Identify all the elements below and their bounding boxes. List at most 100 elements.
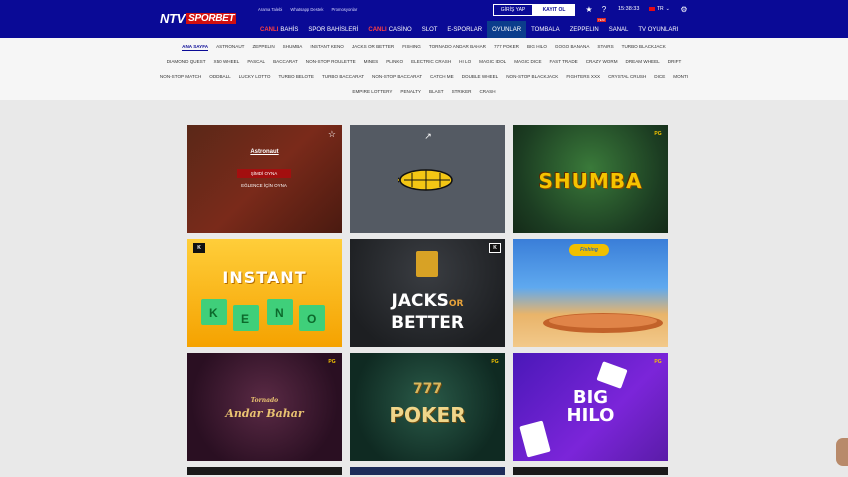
game-title-art: JACKSOR — [391, 291, 464, 311]
subnav-row: EMPIRE LOTTERY PENALTY BLAST STRIKER CRA… — [0, 89, 848, 94]
subnav-item[interactable]: FAST TRADE — [550, 59, 578, 64]
help-icon[interactable]: ? — [599, 5, 609, 15]
logo-prefix: NTV — [160, 10, 186, 26]
subnav-item[interactable]: CRYSTAL CRUSH — [608, 74, 646, 79]
game-tile-jacks-or-better[interactable]: K JACKSOR BETTER — [350, 239, 505, 347]
fishing-logo: Fishing — [569, 244, 609, 256]
provider-logo: PG — [654, 131, 662, 137]
logo-suffix: SPORBET — [186, 12, 237, 24]
keno-letter: N — [275, 306, 284, 320]
link-call-request[interactable]: Arama Talebi — [258, 7, 282, 12]
subnav-item[interactable]: PASCAL — [247, 59, 265, 64]
login-button[interactable]: GİRİŞ YAP — [493, 4, 533, 16]
game-tile-andar-bahar[interactable]: PG Tornado Andar Bahar — [187, 353, 342, 461]
subnav-item[interactable]: ODDBALL — [209, 74, 230, 79]
subnav-item[interactable]: BACCARAT — [273, 59, 298, 64]
subnav-item[interactable]: EMPIRE LOTTERY — [352, 89, 392, 94]
game-tile-partial[interactable] — [350, 467, 505, 475]
subnav-item[interactable]: X50 WHEEL — [214, 59, 240, 64]
site-logo[interactable]: NTV SPORBET — [160, 10, 237, 26]
nav-live-betting[interactable]: CANLI BAHİS — [255, 21, 303, 38]
game-tile-astronaut[interactable]: ☆ Astronaut ŞİMDİ OYNA EĞLENCE İÇİN OYNA — [187, 125, 342, 233]
subnav-item[interactable]: JACKS OR BETTER — [352, 44, 394, 51]
subnav-item[interactable]: BLAST — [429, 89, 444, 94]
subnav-item[interactable]: FISHING — [402, 44, 421, 51]
game-name[interactable]: Astronaut — [187, 149, 342, 155]
trending-icon: ↗ — [424, 131, 432, 141]
support-avatar[interactable] — [836, 438, 848, 466]
play-for-fun-button[interactable]: EĞLENCE İÇİN OYNA — [237, 181, 291, 190]
subnav-item[interactable]: ASTRONAUT — [216, 44, 244, 51]
subnav-item[interactable]: TORNADO ANDAR BAHAR — [429, 44, 486, 51]
star-icon[interactable]: ★ — [584, 5, 594, 15]
nav-live-casino[interactable]: CANLI CASİNO — [363, 21, 416, 38]
keno-letter: O — [307, 312, 317, 326]
subnav-home[interactable]: ANA SAYFA — [182, 44, 209, 51]
subnav-item[interactable]: CATCH ME — [430, 74, 454, 79]
subnav-item[interactable]: ZEPPELIN — [252, 44, 274, 51]
flag-icon — [649, 7, 655, 11]
star-outline-icon[interactable]: ☆ — [328, 129, 336, 140]
jack-card-icon — [416, 251, 438, 277]
subnav-item[interactable]: ELECTRIC CRASH — [411, 59, 451, 64]
subnav-item[interactable]: CRAZY WORM — [586, 59, 618, 64]
subnav-item[interactable]: PENALTY — [400, 89, 421, 94]
nav-games[interactable]: OYUNLAR — [487, 21, 527, 38]
subnav-item[interactable]: DICE — [654, 74, 665, 79]
nav-tv-games[interactable]: TV OYUNLARI — [633, 21, 683, 38]
subnav-item[interactable]: MONTI — [673, 74, 688, 79]
game-tile-big-hilo[interactable]: PG BIG HILO — [513, 353, 668, 461]
subnav-item[interactable]: 777 POKER — [494, 44, 519, 51]
subnav-item[interactable]: LUCKY LOTTO — [239, 74, 271, 79]
subnav-item[interactable]: DREAM WHEEL — [626, 59, 660, 64]
subnav-item[interactable]: MINES — [364, 59, 379, 64]
game-tile-zeppelin[interactable]: ↗ — [350, 125, 505, 233]
subnav-item[interactable]: STRIKER — [452, 89, 472, 94]
subnav-item[interactable]: BIG HILO — [527, 44, 547, 51]
subnav-item[interactable]: NON-STOP ROULETTE — [306, 59, 356, 64]
nav-virtual[interactable]: SANAL — [604, 21, 634, 38]
game-tile-instant-keno[interactable]: K INSTANT K E N O — [187, 239, 342, 347]
game-tile-777-poker[interactable]: PG 777 POKER — [350, 353, 505, 461]
nav-sports-betting[interactable]: SPOR BAHİSLERİ — [303, 21, 363, 38]
subnav-item[interactable]: NON-STOP BLACKJACK — [506, 74, 558, 79]
game-tile-shumba[interactable]: PG SHUMBA — [513, 125, 668, 233]
clock: 15:38:33 — [618, 6, 640, 12]
game-tile-fishing[interactable]: Fishing — [513, 239, 668, 347]
register-button[interactable]: KAYIT OL — [533, 4, 575, 16]
subnav-item[interactable]: INSTANT KENO — [310, 44, 344, 51]
subnav-item[interactable]: PLINKO — [386, 59, 403, 64]
subnav-item[interactable]: NON-STOP BACCARAT — [372, 74, 422, 79]
subnav-item[interactable]: MAGIC DICE — [514, 59, 541, 64]
subnav-item[interactable]: HI LO — [459, 59, 471, 64]
play-now-button[interactable]: ŞİMDİ OYNA — [237, 169, 291, 178]
subnav-item[interactable]: DIAMOND QUEST — [167, 59, 206, 64]
nav-zeppelin[interactable]: ZEPPELIN YENİ — [565, 18, 606, 38]
nav-esports[interactable]: E-SPORLAR — [442, 21, 487, 38]
game-tile-partial[interactable] — [187, 467, 342, 475]
subnav-item[interactable]: TURBO BELOTE — [278, 74, 313, 79]
game-subtitle-art: Tornado — [250, 397, 279, 404]
subnav-item[interactable]: SHUMBA — [283, 44, 303, 51]
subnav-item[interactable]: DOUBLE WHEEL — [462, 74, 499, 79]
subnav-item[interactable]: FIGHTERS XXX — [566, 74, 600, 79]
gear-icon[interactable]: ⚙ — [679, 5, 689, 15]
game-tile-partial[interactable] — [513, 467, 668, 475]
subnav-item[interactable]: MAGIC IDOL — [479, 59, 506, 64]
subnav-item[interactable]: TURBO BACCARAT — [322, 74, 364, 79]
language-selector[interactable]: TR ⌄ — [649, 6, 670, 12]
subnav-item[interactable]: DRIFT — [668, 59, 682, 64]
chevron-down-icon: ⌄ — [665, 6, 670, 12]
game-title-art: BETTER — [391, 313, 464, 333]
link-promotions[interactable]: Promosyonlar — [331, 7, 357, 12]
game-title-art: Andar Bahar — [225, 407, 304, 420]
subnav-item[interactable]: TURBO BLACKJACK — [622, 44, 666, 51]
subnav-item[interactable]: STAIRS — [597, 44, 613, 51]
link-whatsapp[interactable]: Whatsapp Destek — [290, 7, 323, 12]
subnav-item[interactable]: CRASH — [479, 89, 495, 94]
nav-tombala[interactable]: TOMBALA — [526, 21, 565, 38]
subnav-item[interactable]: GOGO BANANA — [555, 44, 589, 51]
provider-logo: K — [193, 243, 205, 253]
subnav-item[interactable]: NON-STOP MATCH — [160, 74, 201, 79]
nav-slot[interactable]: SLOT — [417, 21, 443, 38]
